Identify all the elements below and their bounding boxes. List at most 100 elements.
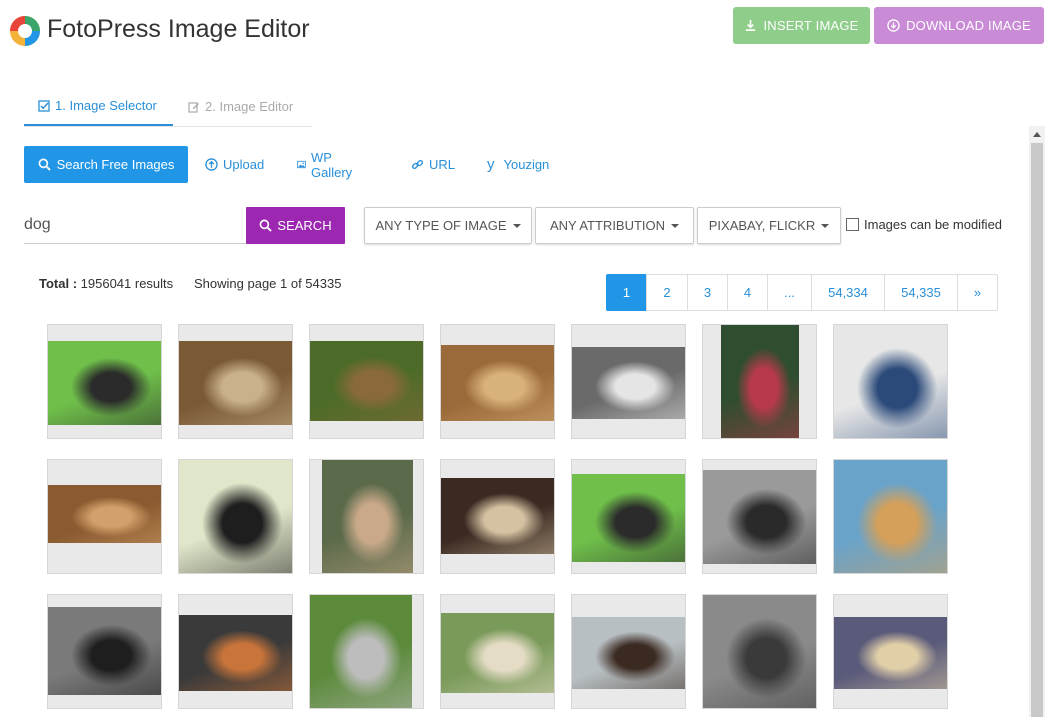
attribution-dropdown-label: ANY ATTRIBUTION [549,218,666,233]
app-title: FotoPress Image Editor [47,15,310,43]
page-4-button[interactable]: 4 [727,274,768,311]
next-page-button[interactable]: » [957,274,998,311]
tab-image-selector-label: 1. Image Selector [55,98,157,113]
image-thumbnail-bw-woman-cafe[interactable] [47,594,162,709]
image-thumbnail-papillon[interactable] [178,594,293,709]
check-square-icon [38,100,50,112]
thumbnail-photo [834,617,947,689]
download-image-label: DOWNLOAD IMAGE [906,18,1031,33]
search-free-images-button[interactable]: Search Free Images [24,146,188,183]
results-total-value: 1956041 results [80,276,174,291]
thumbnail-photo [703,595,816,708]
image-thumbnail-yorkie-lying[interactable] [178,324,293,439]
url-label: URL [429,157,456,172]
youzign-icon: y [487,156,495,173]
thumbnail-photo [179,460,292,573]
image-thumbnail-girl-with-husky[interactable] [833,324,948,439]
search-icon [38,158,51,171]
tab-image-editor-label: 2. Image Editor [205,98,294,114]
download-image-button[interactable]: DOWNLOAD IMAGE [874,7,1044,44]
thumbnail-photo [441,478,554,554]
image-thumbnail-yorkie-garden[interactable] [309,324,424,439]
images-modified-checkbox[interactable] [846,218,859,231]
search-input[interactable] [24,207,246,244]
thumbnail-photo [703,470,816,564]
image-thumbnail-bw-dog-fence[interactable] [571,324,686,439]
images-modified-filter[interactable]: Images can be modified [846,217,1002,232]
url-link[interactable]: URL [411,146,455,183]
download-circle-icon [887,19,900,32]
tab-image-editor[interactable]: 2. Image Editor [188,88,293,125]
upload-label: Upload [223,157,265,172]
page-1-button[interactable]: 1 [606,274,647,311]
caret-down-icon [671,223,680,228]
insert-icon [746,19,756,31]
edit-icon [188,101,199,113]
attribution-dropdown[interactable]: ANY ATTRIBUTION [535,207,694,244]
page-ellipsis: ... [767,274,812,311]
thumbnail-photo [48,607,161,695]
image-thumbnail-dog-with-cape[interactable] [702,324,817,439]
page-3-button[interactable]: 3 [687,274,728,311]
upload-link[interactable]: Upload [205,146,264,183]
thumbnail-photo [834,325,947,438]
provider-dropdown-label: PIXABAY, FLICKR [708,218,816,233]
image-type-dropdown-label: ANY TYPE OF IMAGE [375,218,507,233]
image-thumbnail-bernese-dog[interactable] [178,459,293,574]
image-thumbnail-bw-dog-portrait[interactable] [702,594,817,709]
image-thumbnail-yorkie-closeup[interactable] [440,324,555,439]
image-type-dropdown[interactable]: ANY TYPE OF IMAGE [364,207,532,244]
image-icon [297,160,306,169]
image-thumbnail-chihuahua[interactable] [833,459,948,574]
scroll-up-arrow[interactable] [1029,126,1045,142]
search-free-images-label: Search Free Images [56,157,175,172]
upload-icon [205,158,218,171]
insert-image-button[interactable]: INSERT IMAGE [733,7,870,44]
pagination: 1 2 3 4 ... 54,334 54,335 » [606,274,998,311]
insert-image-label: INSERT IMAGE [763,18,859,33]
thumbnail-photo [441,613,554,693]
page-54334-button[interactable]: 54,334 [811,274,885,311]
thumbnail-photo [310,595,412,708]
app-header: FotoPress Image Editor INSERT IMAGE DOWN… [0,0,1052,60]
search-button-label: SEARCH [277,218,332,233]
fotopress-logo [10,16,40,46]
image-thumbnail-puppy-on-grass[interactable] [47,324,162,439]
image-thumbnail-pug-on-floor[interactable] [440,459,555,574]
image-thumbnail-soldier-with-dog[interactable] [309,459,424,574]
thumbnail-photo [834,460,947,573]
thumbnail-photo [572,474,685,562]
image-thumbnail-yorkie-lying-2[interactable] [47,459,162,574]
results-total: Total : 1956041 results [39,276,173,291]
wp-gallery-link[interactable]: WP Gallery [297,146,356,183]
page-54335-button[interactable]: 54,335 [884,274,958,311]
image-thumbnail-schnauzer[interactable] [309,594,424,709]
provider-dropdown[interactable]: PIXABAY, FLICKR [697,207,841,244]
scrollbar-thumb[interactable] [1031,143,1043,717]
thumbnail-photo [48,485,161,543]
image-thumbnail-two-retrievers[interactable] [440,594,555,709]
caret-down-icon [821,223,830,228]
caret-down-icon [512,223,521,228]
editor-tabs: 1. Image Selector 2. Image Editor [24,88,312,127]
thumbnail-photo [310,341,423,421]
thumbnail-photo [322,460,413,573]
image-thumbnail-puppy-grass-2[interactable] [571,459,686,574]
image-thumbnail-dog-profile[interactable] [571,594,686,709]
thumbnail-photo [572,617,685,689]
wp-gallery-label: WP Gallery [310,149,353,180]
search-icon [259,219,273,232]
image-thumbnail-bw-beach-dog[interactable] [702,459,817,574]
youzign-label: Youzign [503,157,550,172]
thumbnail-photo [48,341,161,425]
thumbnail-photo [572,347,685,419]
image-thumbnail-running-dog[interactable] [833,594,948,709]
youzign-link[interactable]: y Youzign [487,146,549,183]
page-2-button[interactable]: 2 [646,274,688,311]
thumbnail-photo [179,341,292,425]
tab-image-selector[interactable]: 1. Image Selector [24,88,173,126]
thumbnail-photo [179,615,292,691]
thumbnail-photo [721,325,799,438]
search-button[interactable]: SEARCH [246,207,345,244]
chevron-up-icon [1033,132,1041,137]
